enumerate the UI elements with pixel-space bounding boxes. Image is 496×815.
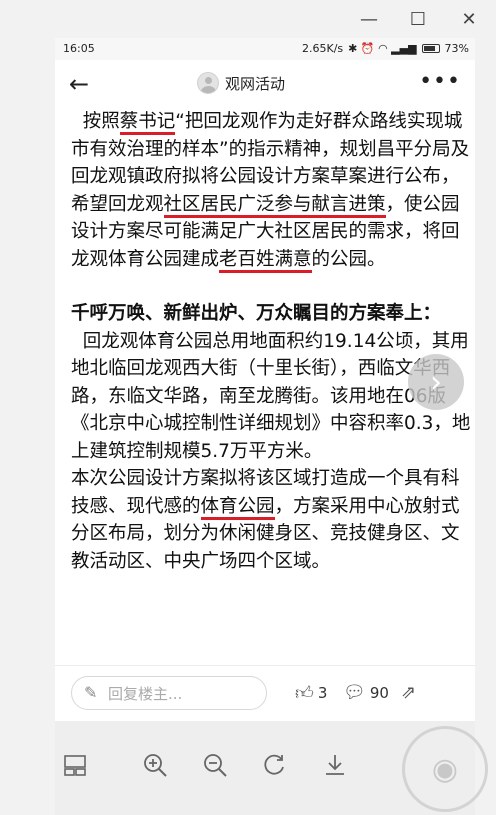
zoom-out-icon[interactable] [199, 749, 231, 781]
share-button[interactable]: ⇗ [401, 682, 416, 703]
status-indicators: 2.65K/s ✱ ⏰ ◠ ▂▄▆ 73% [302, 42, 469, 55]
text-run: 按照 [71, 111, 120, 132]
share-icon: ⇗ [401, 682, 417, 703]
avatar[interactable] [197, 72, 219, 94]
status-bar: 16:05 2.65K/s ✱ ⏰ ◠ ▂▄▆ 73% [55, 38, 475, 60]
article-paragraph-3: 本次公园设计方案拟将该区域打造成一个具有科技感、现代感的体育公园，方案采用中心放… [71, 465, 471, 575]
download-icon[interactable] [319, 749, 351, 781]
highlighted-phrase: 蔡书记 [119, 111, 176, 135]
more-options-icon[interactable]: ••• [419, 70, 461, 94]
section-heading: 千呼万唤、新鲜出炉、万众瞩目的方案奉上： [71, 303, 442, 324]
watermark-seal: ◉ [402, 726, 488, 812]
page-title: 观网活动 [225, 74, 286, 93]
battery-level: 73% [444, 42, 469, 55]
pen-icon: ✎ [84, 683, 98, 702]
like-button[interactable]: 👍︎ 3 [295, 682, 327, 704]
maximize-button[interactable]: ☐ [405, 6, 431, 32]
article-paragraph-1: 按照蔡书记“把回龙观作为走好群众路线实现城市有效治理的样本”的指示精神，规划昌平… [71, 108, 471, 273]
comment-icon: 💬︎ [343, 682, 366, 703]
back-arrow-icon[interactable]: ← [69, 70, 97, 98]
minimize-button[interactable]: — [356, 6, 382, 32]
thumbs-up-icon: 👍︎ [295, 683, 314, 704]
next-page-button[interactable]: › [408, 354, 464, 410]
reply-placeholder: 回复楼主... [108, 684, 183, 703]
highlighted-phrase: 体育公园 [200, 495, 275, 520]
article-body: 按照蔡书记“把回龙观作为走好群众路线实现城市有效治理的样本”的指示精神，规划昌平… [71, 108, 471, 575]
battery-icon [421, 44, 440, 53]
comment-count: 90 [369, 683, 389, 702]
chevron-right-icon: › [430, 364, 442, 400]
highlighted-phrase: 老百姓满意 [219, 248, 312, 273]
reply-input[interactable]: ✎ 回复楼主... [71, 676, 267, 710]
zoom-in-icon[interactable] [139, 749, 171, 781]
header-center: 观网活动 [197, 72, 285, 94]
close-button[interactable]: ✕ [456, 6, 482, 32]
comment-bar: ✎ 回复楼主... 👍︎ 3 💬︎ 90 ⇗ [55, 665, 475, 721]
network-speed: 2.65K/s [302, 42, 344, 55]
window-title-bar: — ☐ ✕ [0, 0, 496, 38]
app-header: ← 观网活动 ••• [55, 60, 475, 108]
rotate-icon[interactable] [259, 749, 291, 781]
status-time: 16:05 [63, 42, 95, 55]
like-count: 3 [317, 684, 328, 702]
phone-screen: 16:05 2.65K/s ✱ ⏰ ◠ ▂▄▆ 73% ← 观网活动 ••• 按… [55, 38, 475, 815]
status-icons: ✱ ⏰ ◠ ▂▄▆ [348, 42, 417, 55]
text-run: 的公园。 [311, 248, 386, 270]
layout-icon[interactable] [59, 749, 91, 781]
comments-button[interactable]: 💬︎ 90 [343, 682, 389, 703]
highlighted-phrase: 社区居民广泛参与献言进策 [163, 193, 386, 218]
